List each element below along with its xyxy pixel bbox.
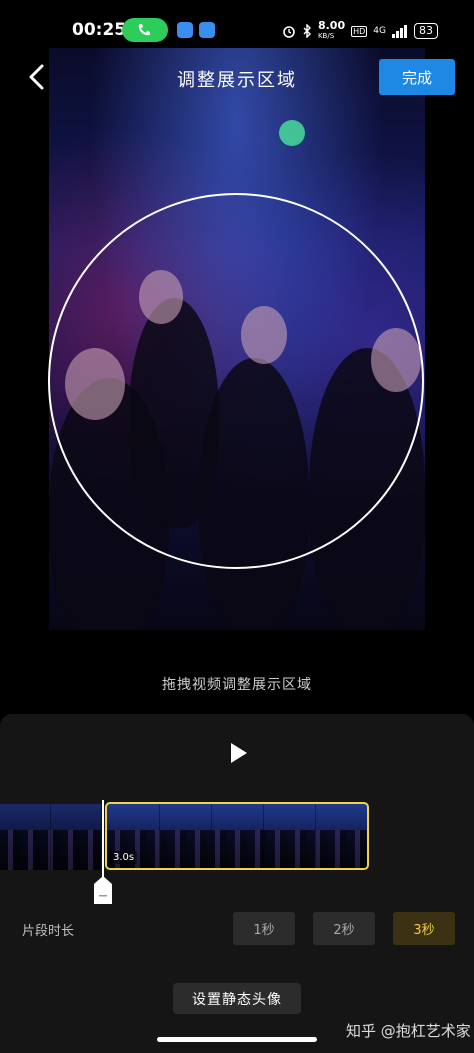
- frame-divider: [315, 804, 316, 868]
- thumbnail-frame: [107, 829, 367, 868]
- phone-icon: [138, 24, 150, 36]
- net-speed: 8.00 KB/S: [317, 19, 346, 41]
- battery-indicator: 83: [414, 23, 438, 39]
- play-icon[interactable]: [226, 741, 250, 765]
- status-time: 00:25: [72, 20, 127, 40]
- home-indicator[interactable]: [157, 1037, 317, 1042]
- duration-3s-button[interactable]: 3秒: [393, 912, 455, 945]
- playhead-handle[interactable]: [94, 876, 112, 904]
- segment-duration-label: 片段时长: [22, 924, 75, 939]
- status-bar: 00:25 8.00 KB/S HD 4G 83: [0, 0, 474, 48]
- duration-2s-button[interactable]: 2秒: [313, 912, 375, 945]
- app-notification-icon: [199, 22, 215, 38]
- app-notification-icon: [177, 22, 193, 38]
- hd-badge: HD: [351, 25, 368, 37]
- set-static-avatar-button[interactable]: 设置静态头像: [173, 983, 301, 1014]
- net-speed-value: 8.00: [317, 19, 346, 32]
- bluetooth-icon: [303, 24, 311, 38]
- net-speed-unit: KB/S: [317, 32, 335, 40]
- duration-1s-button[interactable]: 1秒: [233, 912, 295, 945]
- playhead[interactable]: [102, 800, 104, 878]
- watermark: 知乎 @抱杠艺术家: [346, 1022, 471, 1040]
- frame-divider: [263, 804, 264, 868]
- signal-icon: [392, 24, 407, 38]
- ongoing-call-indicator[interactable]: [122, 18, 168, 42]
- status-right: 8.00 KB/S HD 4G 83: [282, 18, 438, 44]
- stage-light: [279, 120, 305, 146]
- alarm-icon: [283, 26, 295, 38]
- frame-divider: [50, 804, 51, 870]
- clip-duration-badge: 3.0s: [110, 851, 138, 864]
- timeline-thumbnails[interactable]: [0, 804, 101, 870]
- frame-divider: [211, 804, 212, 868]
- header: 调整展示区域 完成: [0, 48, 474, 108]
- drag-hint: 拖拽视频调整展示区域: [162, 677, 312, 693]
- crop-circle-handle[interactable]: [48, 193, 424, 569]
- timeline-selection[interactable]: [105, 802, 369, 870]
- frame-divider: [159, 804, 160, 868]
- network-type: 4G: [373, 26, 386, 36]
- done-button[interactable]: 完成: [379, 59, 455, 95]
